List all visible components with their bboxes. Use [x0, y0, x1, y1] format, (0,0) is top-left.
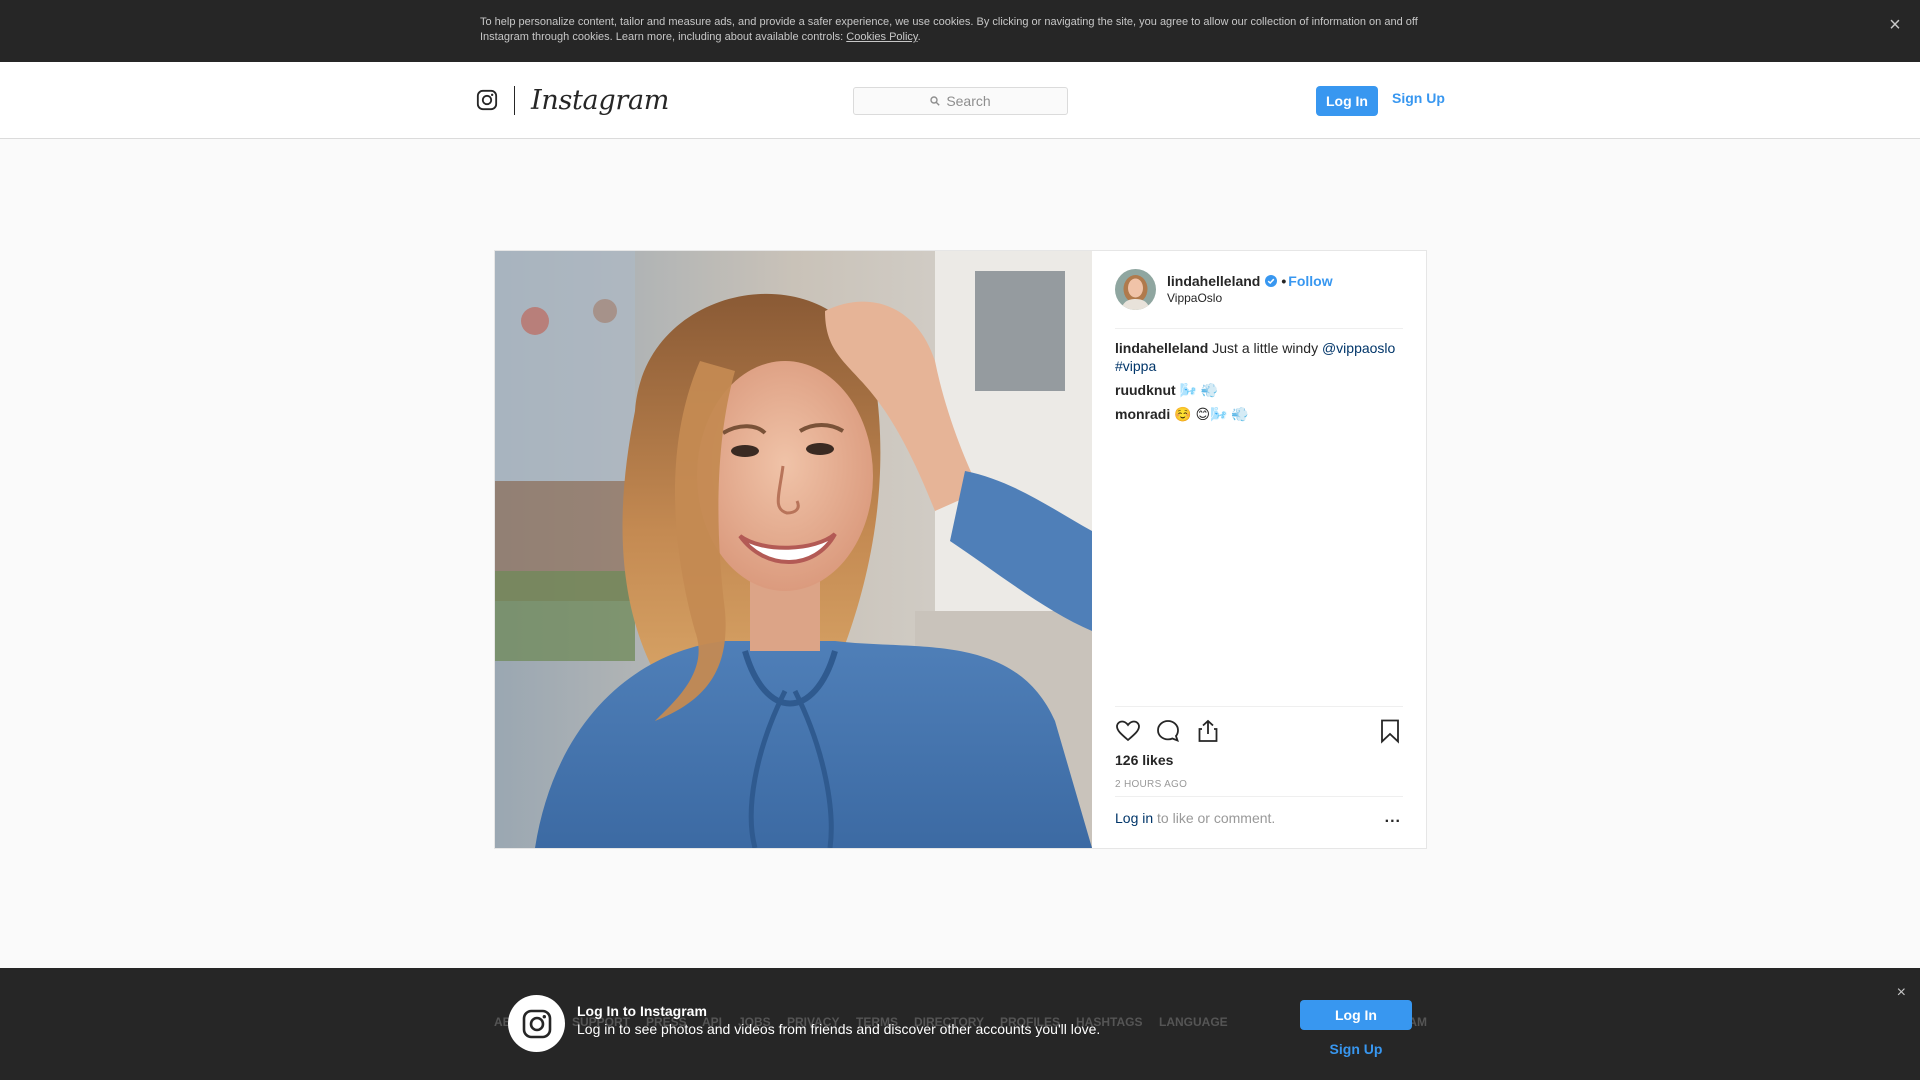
verified-badge-icon	[1265, 275, 1278, 287]
post-sidebar: lindahelleland • Follow VippaOslo lindahel…	[1092, 251, 1426, 848]
cookie-message: To help personalize content, tailor and …	[480, 15, 1440, 45]
cookies-policy-link[interactable]: Cookies Policy	[846, 31, 917, 43]
comment-author[interactable]: monradi	[1115, 406, 1170, 422]
prompt-subtitle: Log in to see photos and videos from fri…	[577, 1021, 1101, 1037]
home-logo[interactable]: Instagram	[476, 83, 669, 117]
comment-item: monradi ☺️ 😊🌬️ 💨	[1115, 405, 1405, 423]
cookie-text-end: .	[917, 31, 921, 43]
caption: lindahelleland Just a little windy @vipp…	[1115, 339, 1405, 375]
more-options-icon[interactable]: ...	[1385, 797, 1401, 839]
avatar[interactable]	[1115, 269, 1156, 310]
cookie-banner: To help personalize content, tailor and …	[0, 0, 1920, 62]
login-button[interactable]: Log In	[1316, 86, 1378, 116]
footer-link[interactable]: LANGUAGE	[1159, 1015, 1228, 1029]
separator-dot: •	[1281, 273, 1287, 289]
instagram-wordmark: Instagram	[531, 84, 670, 116]
login-link[interactable]: Log in	[1115, 810, 1153, 826]
comment-text: ☺️ 😊🌬️ 💨	[1170, 406, 1249, 422]
hashtag-link[interactable]: #vippa	[1115, 358, 1156, 374]
close-icon[interactable]: ×	[1897, 984, 1906, 1002]
prompt-login-button[interactable]: Log In	[1300, 1000, 1412, 1030]
login-prompt-bar: ABOUT US SUPPORT PRESS API JOBS PRIVACY …	[0, 968, 1920, 1080]
location-link[interactable]: VippaOslo	[1167, 291, 1222, 305]
avatar-image	[1115, 269, 1156, 310]
prompt-signup-link[interactable]: Sign Up	[1300, 1041, 1412, 1057]
search-input[interactable]: Search	[853, 87, 1068, 115]
prompt-title: Log In to Instagram	[577, 1003, 707, 1019]
comment-text: 🌬️ 💨	[1175, 382, 1219, 398]
likes-count[interactable]: 126 likes	[1115, 752, 1173, 768]
action-bar	[1115, 707, 1403, 751]
post-actions: 126 likes 2 HOURS AGO Log in to like or …	[1115, 706, 1403, 826]
post-author: lindahelleland • Follow	[1167, 273, 1333, 289]
instagram-glyph-icon	[476, 89, 498, 111]
post-header: lindahelleland • Follow VippaOslo	[1115, 269, 1403, 329]
bookmark-icon[interactable]	[1377, 718, 1403, 744]
cookie-text: To help personalize content, tailor and …	[480, 16, 1418, 43]
comment-author[interactable]: ruudknut	[1115, 382, 1176, 398]
signup-link[interactable]: Sign Up	[1392, 86, 1445, 116]
post-photo[interactable]	[495, 251, 1092, 848]
instagram-glyph-icon	[522, 1009, 551, 1038]
username-link[interactable]: lindahelleland	[1167, 273, 1260, 289]
comment-item: ruudknut 🌬️ 💨	[1115, 381, 1405, 399]
share-icon[interactable]	[1195, 718, 1221, 744]
post-timestamp: 2 HOURS AGO	[1115, 779, 1188, 790]
caption-author[interactable]: lindahelleland	[1115, 340, 1208, 356]
follow-button[interactable]: Follow	[1288, 273, 1332, 289]
comment-icon[interactable]	[1155, 718, 1181, 744]
top-header: Instagram Search Log In Sign Up	[0, 62, 1920, 139]
logo-divider	[514, 85, 515, 115]
comments-list: lindahelleland Just a little windy @vipp…	[1115, 339, 1405, 429]
search-icon	[930, 96, 941, 106]
close-icon[interactable]: ×	[1884, 14, 1906, 36]
login-hint: to like or comment.	[1153, 810, 1276, 826]
post-card: lindahelleland • Follow VippaOslo lindahel…	[494, 250, 1427, 849]
login-to-comment: Log in to like or comment. ...	[1115, 796, 1403, 840]
instagram-app-icon	[508, 995, 565, 1052]
caption-text: Just a little windy	[1208, 340, 1322, 356]
heart-icon[interactable]	[1115, 718, 1141, 744]
mention-link[interactable]: @vippaoslo	[1322, 340, 1395, 356]
photo-illustration	[495, 251, 1092, 848]
search-placeholder: Search	[946, 93, 991, 109]
